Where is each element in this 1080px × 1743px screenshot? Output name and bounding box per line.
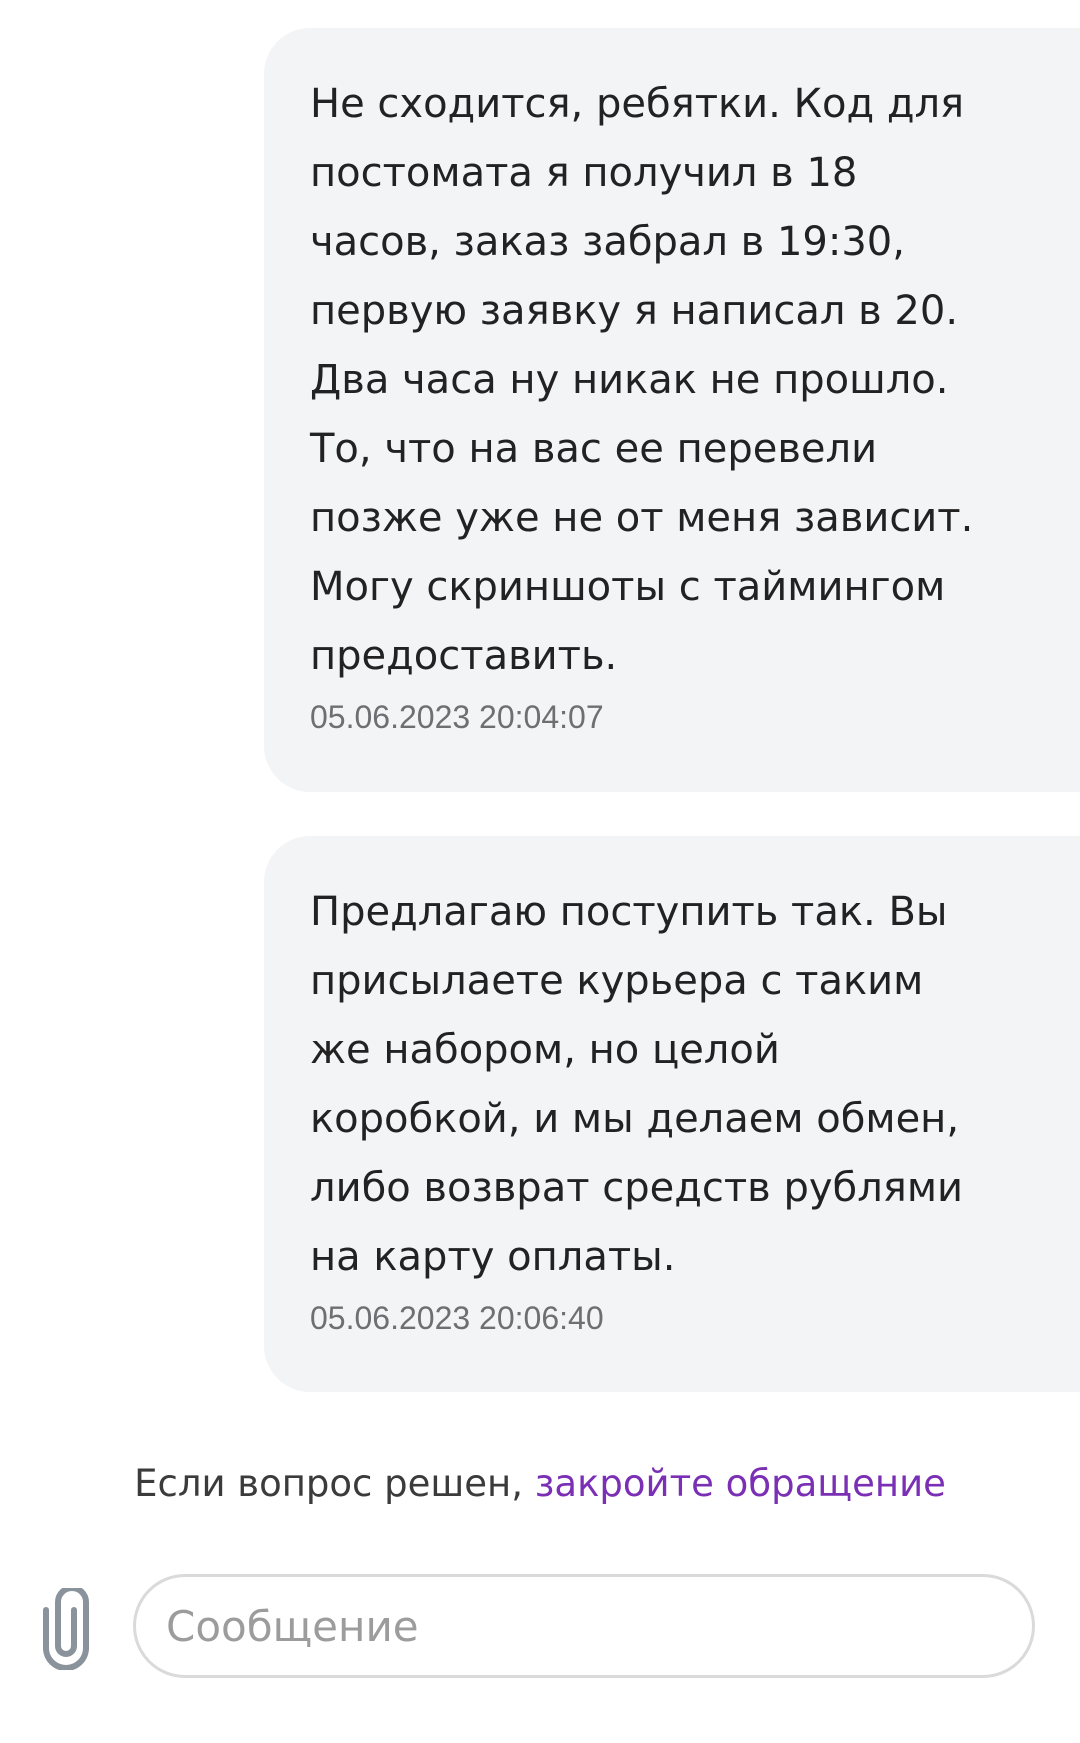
close-ticket-notice-text: Если вопрос решен,	[134, 1462, 535, 1505]
message-timestamp: 05.06.2023 20:04:07	[310, 699, 604, 735]
attach-button[interactable]	[38, 1585, 94, 1671]
message-composer	[0, 1574, 1080, 1684]
message-timestamp: 05.06.2023 20:06:40	[310, 1300, 604, 1336]
close-ticket-notice: Если вопрос решен, закройте обращение	[0, 1460, 1080, 1508]
message-text: Не сходится, ребятки. Код для постомата …	[310, 81, 974, 679]
message-bubble: Не сходится, ребятки. Код для постомата …	[264, 28, 1080, 792]
message-text: Предлагаю поступить так. Вы присылаете к…	[310, 889, 963, 1280]
message-input[interactable]	[133, 1574, 1035, 1678]
message-bubble: Предлагаю поступить так. Вы присылаете к…	[264, 836, 1080, 1392]
close-ticket-link[interactable]: закройте обращение	[535, 1462, 946, 1505]
paperclip-icon	[43, 1585, 89, 1671]
